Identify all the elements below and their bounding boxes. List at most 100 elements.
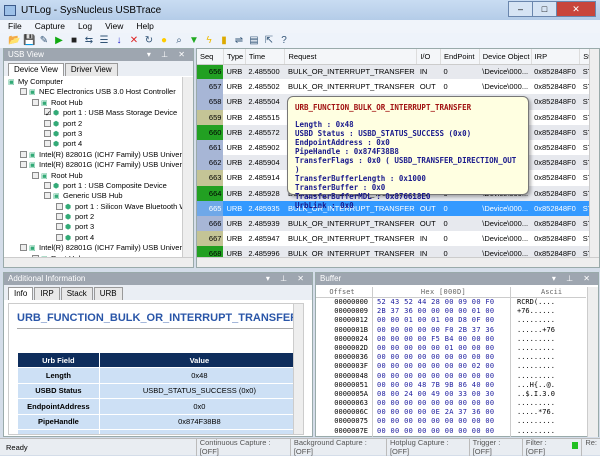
panel-controls[interactable]: ▾ ⊥ ✕ [266,273,308,285]
col-header[interactable]: Type [223,49,246,65]
panel-title: USB View [8,50,44,59]
tree-node[interactable]: ⬢ port 1 : USB Composite Device [4,181,182,191]
tree-vertical-scrollbar[interactable] [182,77,193,257]
close-button[interactable]: ✕ [556,1,596,17]
filter-icon[interactable]: ▼ [188,35,200,47]
tree-node[interactable]: ▣ Generic USB Hub [4,191,182,201]
col-header[interactable]: EndPoint [440,49,480,65]
tree-node[interactable]: ⬢port 1 : Silicon Wave Bluetooth Wire [4,202,182,212]
maximize-button[interactable]: □ [532,1,557,17]
cell: \Device\000... [479,64,532,80]
tree-node-label: port 1 : USB Composite Device [63,180,167,190]
menu-file[interactable]: File [8,20,22,33]
ascii: ......... [517,417,555,426]
hex-bytes: 00 00 00 00 00 00 00 00 00 [373,399,511,409]
document-icon[interactable]: ▤ [248,35,260,47]
cell: URB [226,143,243,153]
checkbox[interactable] [20,88,27,96]
table-row[interactable]: 656 URB 2.485500 BULK_OR_INTERRUPT_TRANSFER… [197,64,599,80]
checkbox[interactable] [32,98,39,106]
stop-icon[interactable]: ■ [68,35,80,47]
tree-node[interactable]: ▣ Intel(R) 82801G (ICH7 Family) USB Unive… [4,160,182,170]
tree-node[interactable]: ▣ Intel(R) 82801G (ICH7 Family) USB Unive… [4,150,182,160]
export-icon[interactable]: ⇱ [263,35,275,47]
save-icon[interactable]: 💾 [23,35,35,47]
bulb-icon[interactable]: ● [158,35,170,47]
menu-log[interactable]: Log [78,20,92,33]
list-icon[interactable]: ☰ [98,35,110,47]
tree-node[interactable]: ⬢ port 2 [4,212,182,222]
help-icon[interactable]: ? [278,35,290,47]
menu-help[interactable]: Help [136,20,153,33]
tab-driver-view[interactable]: Driver View [64,63,118,76]
checkbox[interactable] [44,140,51,148]
checkbox[interactable] [44,192,51,200]
grid-vertical-scrollbar[interactable] [589,49,599,259]
tree-node[interactable]: ▣Root Hub [4,171,182,181]
tree-node[interactable]: ⬢ port 4 [4,139,182,149]
table-row[interactable]: 667 URB 2.485947 BULK_OR_INTERRUPT_TRANSFER… [197,231,599,247]
tree-node[interactable]: ✓ ⬢ port 1 : USB Mass Storage Device [4,108,182,118]
tab-urb[interactable]: URB [93,287,123,300]
ascii: ......... [517,316,555,325]
buffer-scrollbar[interactable] [587,287,598,437]
tooltip-line: PipeHandle : 0x874F38B8 [295,147,399,156]
checkbox[interactable] [56,233,63,241]
col-header[interactable]: Device Object [479,49,532,65]
grid-horizontal-scrollbar[interactable] [197,257,599,267]
checkbox[interactable] [44,129,51,137]
tree-node[interactable]: ⬢ port 4 [4,233,182,243]
open-icon[interactable]: 📂 [8,35,20,47]
checkbox[interactable] [20,244,27,252]
trigger-icon[interactable]: ϟ [203,35,215,47]
tree-node[interactable]: ▣Root Hub [4,98,182,108]
panel-controls[interactable]: ▾ ⊥ ✕ [552,273,594,285]
tab-info[interactable]: Info [8,287,34,300]
tab-device-view[interactable]: Device View [8,63,64,76]
merge-icon[interactable]: ⇆ [83,35,95,47]
delete-icon[interactable]: ✕ [128,35,140,47]
tab-stack[interactable]: Stack [60,287,93,300]
menu-capture[interactable]: Capture [35,20,65,33]
hex-bytes: 00 00 00 48 7B 9B 86 40 00 [373,380,511,390]
start-icon[interactable]: ▶ [53,35,65,47]
tree-node[interactable]: ▣ My Computer [4,77,182,87]
checkbox[interactable] [20,150,27,158]
col-header[interactable]: Request [284,49,418,65]
tree-node[interactable]: ⬢ port 3 [4,129,182,139]
down-arrow-icon[interactable]: ↓ [113,35,125,47]
checkbox[interactable] [56,213,63,221]
checkbox[interactable] [20,161,27,169]
panel-title: Buffer [320,274,342,283]
menu-view[interactable]: View [105,20,123,33]
window-title: UTLog - SysNucleus USBTrace [21,4,162,16]
col-header[interactable]: Seq [197,49,224,65]
cell: BULK_OR_INTERRUPT_TRANSFER [287,234,415,244]
info-scrollbar[interactable] [293,304,303,434]
table-row[interactable]: 657 URB 2.485502 BULK_OR_INTERRUPT_TRANSFER… [197,79,599,95]
tree-node[interactable]: ⬢ port 3 [4,222,182,232]
checkbox[interactable] [44,119,51,127]
tree-node[interactable]: ▣ NEC Electronics USB 3.0 Host Controller [4,87,182,97]
tree-horizontal-scrollbar[interactable] [4,257,193,267]
tree-node[interactable]: ⬢ port 2 [4,119,182,129]
checkbox[interactable] [56,202,63,210]
checkbox[interactable] [44,181,51,189]
table-row[interactable]: 666 URB 2.485939 BULK_OR_INTERRUPT_TRANSFER… [197,215,599,232]
col-header[interactable]: I/O [416,49,442,65]
panel-controls[interactable]: ▾ ⊥ ✕ [147,49,189,61]
refresh-icon[interactable]: ↻ [143,35,155,47]
usb-icon[interactable]: ⇌ [233,35,245,47]
minimize-button[interactable]: – [508,1,533,17]
checkbox[interactable]: ✓ [44,108,51,118]
checkbox[interactable] [56,223,63,231]
chart-icon[interactable]: ▮ [218,35,230,47]
col-header[interactable]: Time [245,49,286,65]
col-header[interactable]: IRP [531,49,581,65]
tree-node[interactable]: ▣ Intel(R) 82801G (ICH7 Family) USB Unive… [4,243,182,253]
search-icon[interactable]: ⌕ [173,35,185,47]
status-segment: Hotplug Capture : [OFF] [385,438,469,456]
tab-irp[interactable]: IRP [34,287,60,300]
checkbox[interactable] [32,171,39,179]
edit-icon[interactable]: ✎ [38,35,50,47]
